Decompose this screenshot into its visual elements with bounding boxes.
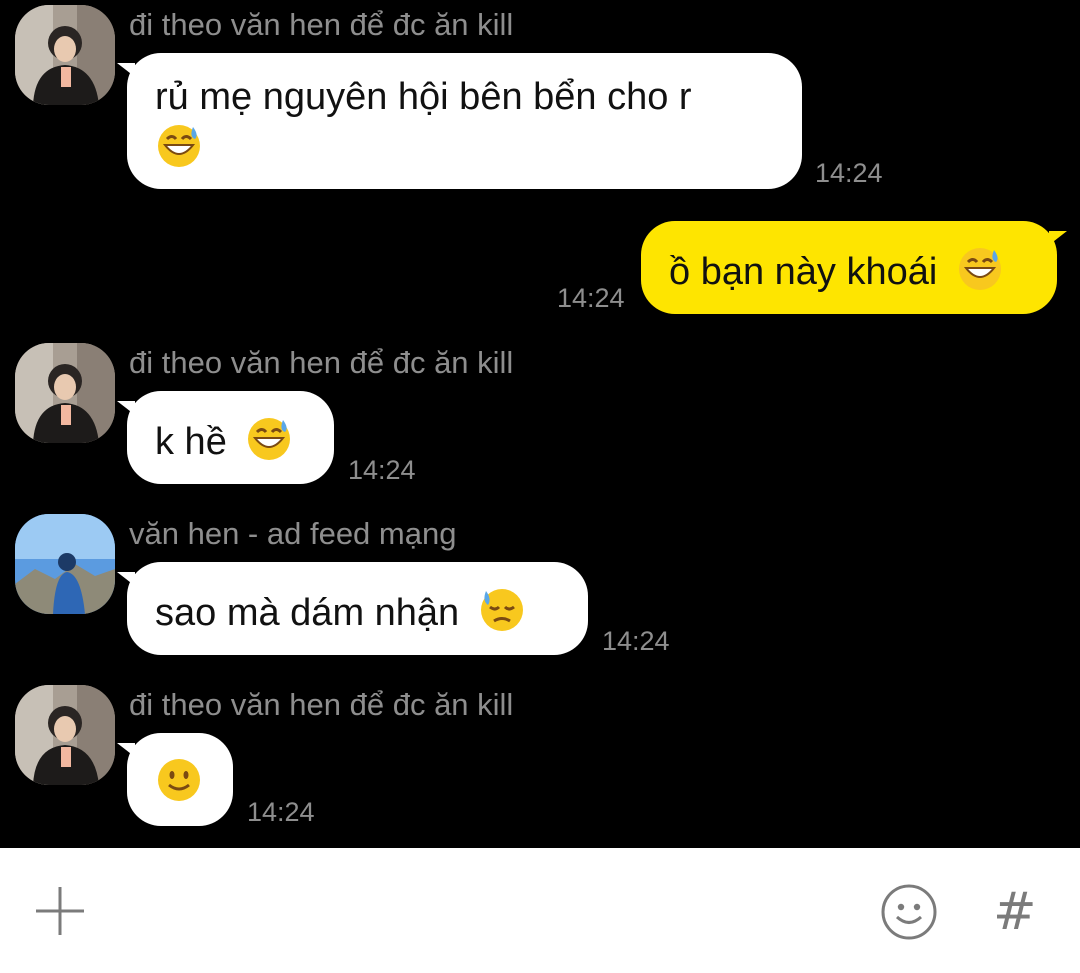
sender-name: đi theo văn hen để đc ăn kill [129, 687, 514, 722]
timestamp: 14:24 [348, 455, 416, 485]
downcast-sweat-emoji-icon [480, 589, 523, 631]
sender-name: đi theo văn hen để đc ăn kill [129, 345, 514, 380]
avatar-photo-icon [15, 343, 115, 443]
message-bubble-outgoing[interactable]: ồ bạn này khoái [641, 221, 1067, 314]
sender-name: đi theo văn hen để đc ăn kill [129, 7, 514, 42]
avatar-photo-icon [15, 5, 115, 105]
chat-area: đi theo văn hen để đc ăn kill rủ mẹ nguy… [0, 0, 1080, 848]
message-text: k hề [155, 421, 227, 463]
timestamp: 14:24 [247, 797, 315, 827]
grinning-sweat-emoji-icon [248, 418, 291, 460]
message-text: rủ mẹ nguyên hội bên bển cho r [155, 76, 692, 118]
smiley-icon[interactable] [880, 883, 938, 941]
timestamp: 14:24 [602, 626, 670, 656]
plus-icon[interactable] [34, 885, 86, 937]
avatar[interactable] [15, 685, 115, 785]
avatar[interactable] [15, 5, 115, 105]
sender-name: văn hen - ad feed mạng [129, 516, 457, 551]
hashtag-icon[interactable]: # [993, 882, 1037, 942]
slightly-smiling-emoji-icon [158, 759, 200, 801]
avatar[interactable] [15, 343, 115, 443]
avatar-photo-icon [15, 514, 115, 614]
timestamp: 14:24 [557, 283, 625, 313]
avatar[interactable] [15, 514, 115, 614]
message-text: ồ bạn này khoái [669, 251, 938, 293]
avatar-photo-icon [15, 685, 115, 785]
message-text: sao mà dám nhận [155, 592, 460, 634]
timestamp: 14:24 [815, 158, 883, 188]
grinning-sweat-emoji-icon [958, 248, 1001, 290]
message-bubble[interactable]: k hề [117, 391, 334, 484]
message-bubble[interactable] [117, 733, 233, 826]
message-bubble[interactable]: rủ mẹ nguyên hội bên bển cho r [117, 53, 802, 189]
message-bubble[interactable]: sao mà dám nhận [117, 562, 588, 655]
grinning-sweat-emoji-icon [158, 125, 200, 167]
